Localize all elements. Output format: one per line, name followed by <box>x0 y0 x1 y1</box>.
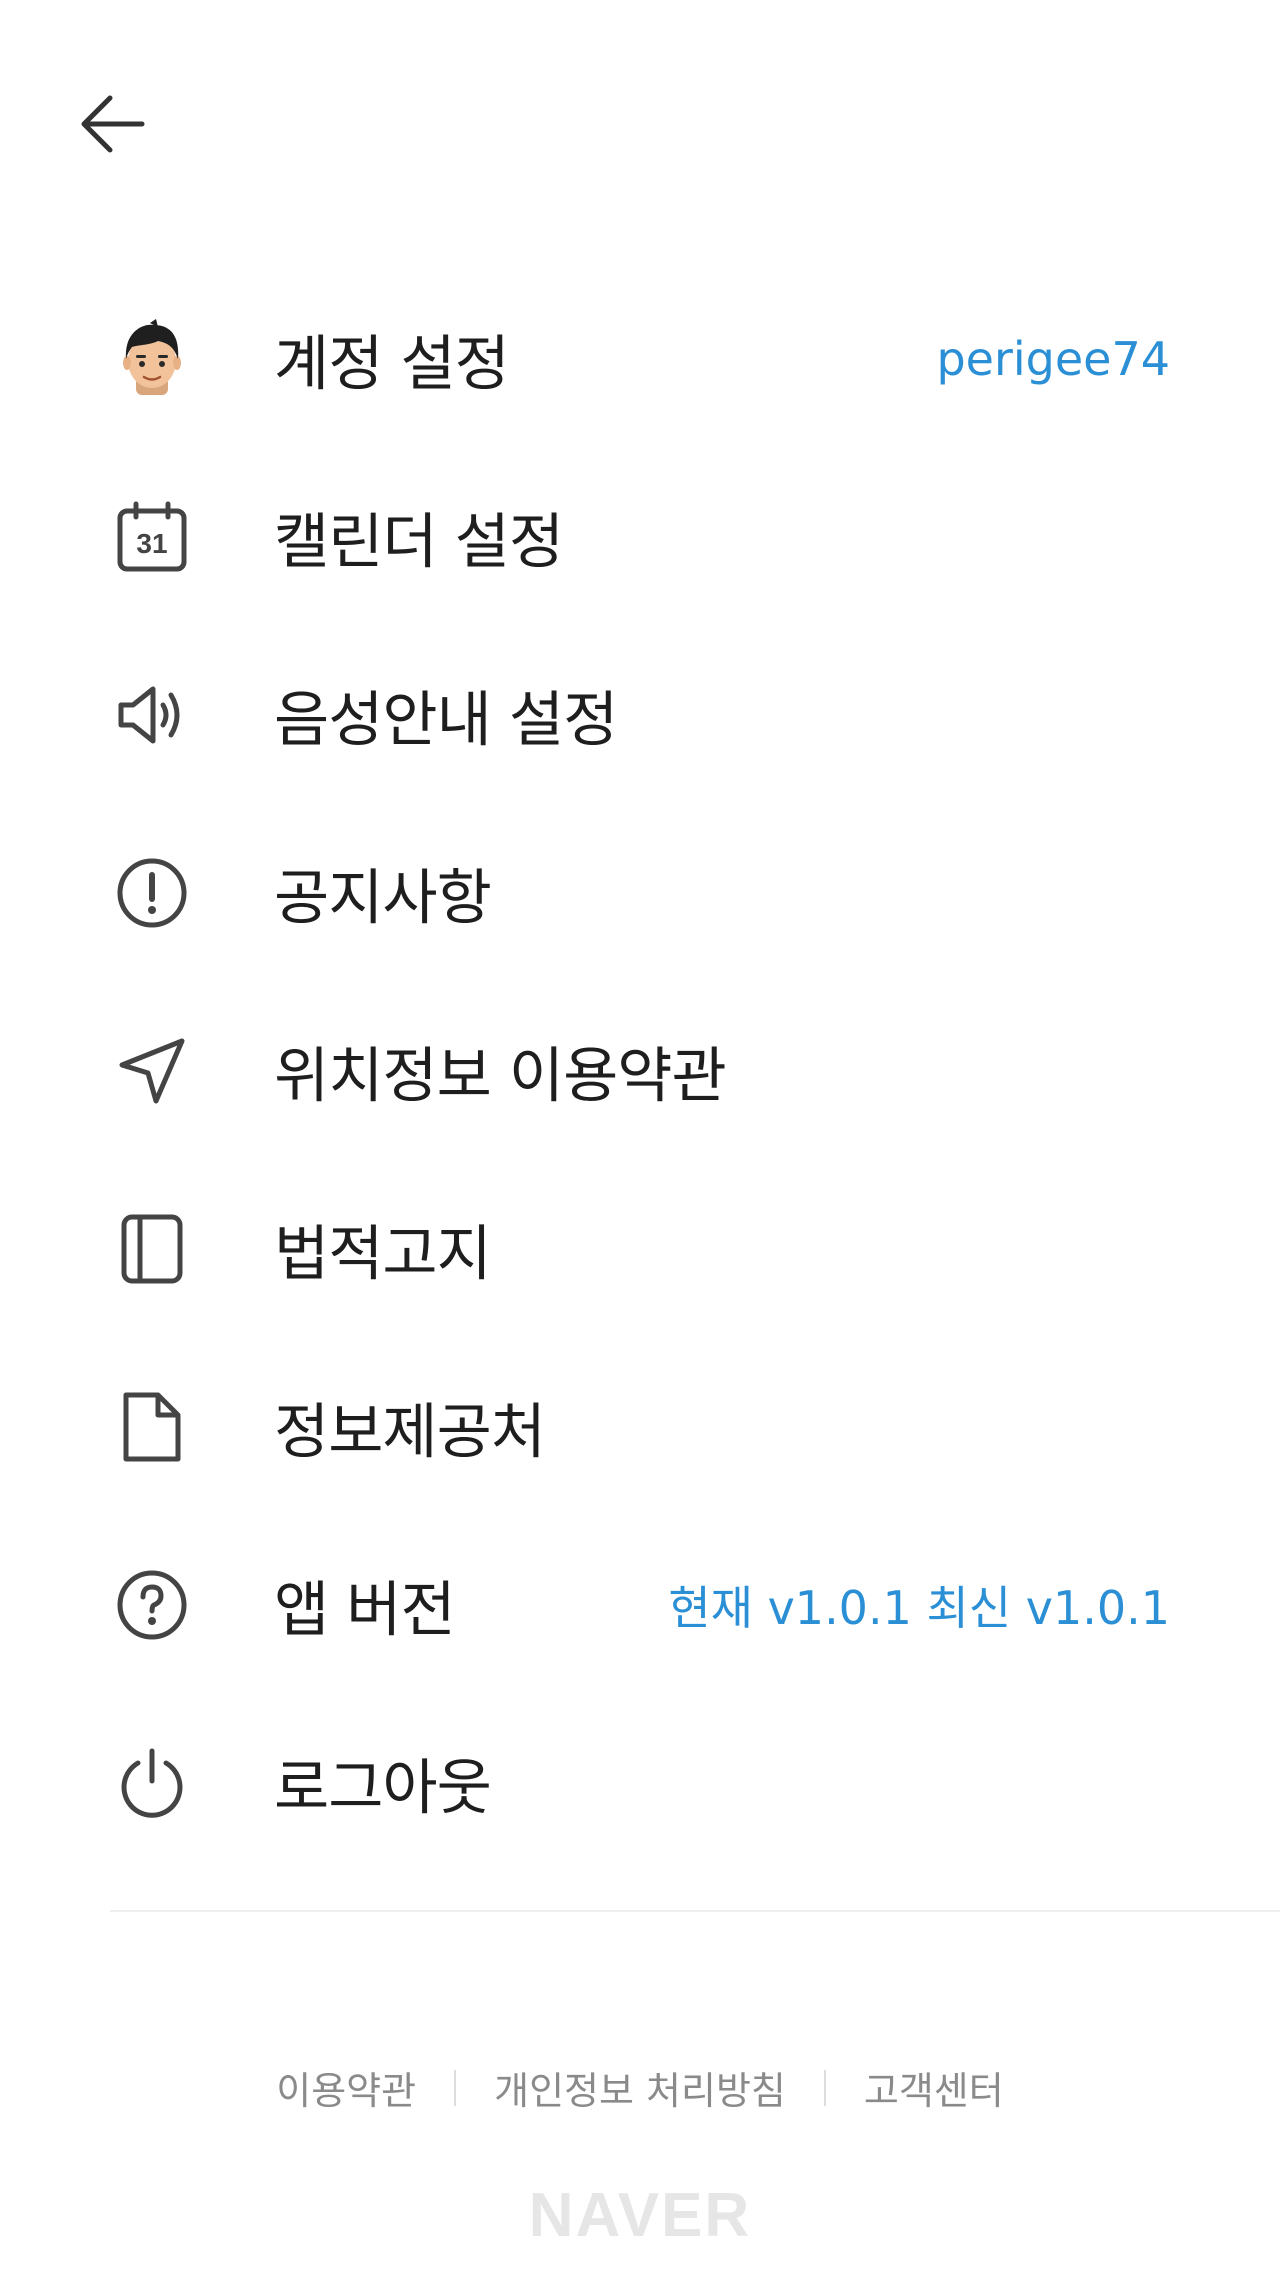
speaker-icon <box>114 677 190 753</box>
navigation-arrow-icon <box>114 1033 190 1109</box>
menu-item-location-terms[interactable]: 위치정보 이용약관 <box>0 982 1280 1160</box>
menu-item-app-version[interactable]: 앱 버전 현재 v1.0.1 최신 v1.0.1 <box>0 1516 1280 1694</box>
footer-link-customer-center[interactable]: 고객센터 <box>864 2060 1004 2115</box>
back-button[interactable] <box>68 80 156 168</box>
menu-item-account-settings[interactable]: 계정 설정 perigee74 <box>0 270 1280 448</box>
footer-separator <box>823 2069 826 2106</box>
menu-item-calendar-settings[interactable]: 31 캘린더 설정 <box>0 448 1280 626</box>
menu-item-legal-notice[interactable]: 법적고지 <box>0 1160 1280 1338</box>
footer-link-terms[interactable]: 이용약관 <box>276 2060 416 2115</box>
menu-item-label: 계정 설정 <box>274 329 510 400</box>
menu-item-label: 공지사항 <box>274 863 492 934</box>
menu-item-label: 로그아웃 <box>274 1753 492 1824</box>
calendar-day-label: 31 <box>136 528 167 559</box>
menu-item-label: 위치정보 이용약관 <box>274 1041 727 1112</box>
naver-logo: NAVER <box>528 2181 752 2250</box>
menu-item-label: 정보제공처 <box>274 1397 546 1468</box>
account-id: perigee74 <box>936 332 1170 386</box>
info-circle-icon <box>114 855 190 931</box>
footer-link-privacy-policy[interactable]: 개인정보 처리방침 <box>494 2060 786 2115</box>
menu-item-label: 캘린더 설정 <box>274 507 564 578</box>
calendar-icon: 31 <box>114 499 190 575</box>
footer-links: 이용약관 개인정보 처리방침 고객센터 <box>0 2060 1280 2115</box>
arrow-left-icon <box>81 95 145 153</box>
power-icon <box>114 1745 190 1821</box>
document-icon <box>114 1389 190 1465</box>
menu-item-label: 음성안내 설정 <box>274 685 618 756</box>
footer-separator <box>454 2069 457 2106</box>
menu-item-notices[interactable]: 공지사항 <box>0 804 1280 982</box>
menu-item-label: 법적고지 <box>274 1219 492 1290</box>
app-version-value: 현재 v1.0.1 최신 v1.0.1 <box>668 1581 1170 1635</box>
menu-item-voice-guide-settings[interactable]: 음성안내 설정 <box>0 626 1280 804</box>
menu-item-data-providers[interactable]: 정보제공처 <box>0 1338 1280 1516</box>
menu-item-label: 앱 버전 <box>274 1575 456 1646</box>
question-circle-icon <box>114 1567 190 1643</box>
book-icon <box>114 1211 190 1287</box>
divider <box>110 1910 1280 1912</box>
menu-item-logout[interactable]: 로그아웃 <box>0 1694 1280 1872</box>
settings-page: 계정 설정 perigee74 31 캘린더 설정 음성안내 설정 공지사항 위… <box>0 0 1280 2275</box>
settings-menu: 계정 설정 perigee74 31 캘린더 설정 음성안내 설정 공지사항 위… <box>0 270 1280 1872</box>
avatar-icon <box>114 319 190 397</box>
